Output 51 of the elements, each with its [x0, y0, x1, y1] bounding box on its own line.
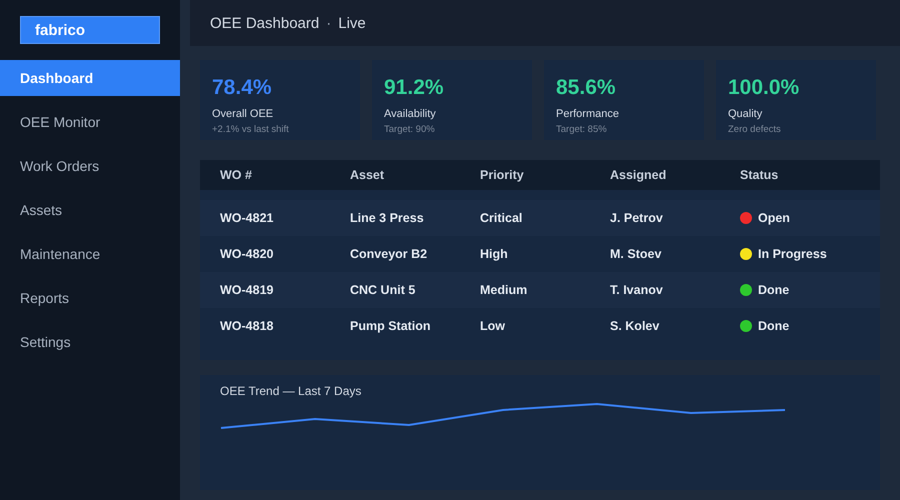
nav-item[interactable]: Reports: [0, 280, 180, 316]
table-cell-text: WO-4820: [220, 247, 274, 261]
table-cell-text: Medium: [480, 283, 528, 297]
kpi-label: Quality: [728, 108, 764, 120]
table-cell-text: S. Kolev: [610, 319, 660, 333]
nav-item[interactable]: Settings: [0, 324, 180, 360]
column-header: Status: [740, 168, 780, 182]
status-text: Open: [758, 211, 790, 225]
kpi-note: Target: 85%: [556, 124, 608, 135]
table-cell-text: Line 3 Press: [350, 211, 425, 225]
kpi-note: Target: 90%: [384, 124, 436, 135]
table-cell-text: Conveyor B2: [350, 247, 428, 261]
column-header: Assigned: [610, 168, 668, 182]
table-cell-text: Critical: [480, 211, 524, 225]
kpi-value: 85.6%: [556, 76, 617, 100]
table-cell-text: WO-4819: [220, 283, 274, 297]
logo: fabrico: [20, 16, 160, 44]
table-cell-text: WO-4821: [220, 211, 274, 225]
kpi-value: 100.0%: [728, 76, 800, 100]
table-cell-text: Low: [480, 319, 506, 333]
trend-title: OEE Trend — Last 7 Days: [220, 384, 362, 398]
kpi-note: Zero defects: [728, 124, 782, 135]
nav-item[interactable]: Assets: [0, 192, 180, 228]
table-cell-text: M. Stoev: [610, 247, 662, 261]
separator-dot: ·: [326, 14, 332, 32]
column-header: Asset: [350, 168, 386, 182]
kpi-label: Overall OEE: [212, 108, 274, 120]
table-cell-text: Pump Station: [350, 319, 432, 333]
nav-item[interactable]: Maintenance: [0, 236, 180, 272]
table-cell-text: J. Petrov: [610, 211, 664, 225]
kpi-label: Availability: [384, 108, 437, 120]
nav-item[interactable]: Dashboard: [0, 60, 180, 96]
nav-item[interactable]: OEE Monitor: [0, 104, 180, 140]
nav-item[interactable]: Work Orders: [0, 148, 180, 184]
kpi-value: 91.2%: [384, 76, 445, 100]
column-header: Priority: [480, 168, 525, 182]
status-text: Done: [758, 319, 790, 333]
status-text: Done: [758, 283, 790, 297]
table-cell-text: WO-4818: [220, 319, 274, 333]
table-cell-text: CNC Unit 5: [350, 283, 416, 297]
table-cell-text: T. Ivanov: [610, 283, 664, 297]
kpi-value: 78.4%: [212, 76, 273, 100]
table-row[interactable]: WO-4821 Line 3 Press Critical J. Petrov Open: [200, 200, 880, 236]
column-header: WO #: [220, 168, 253, 182]
kpi-note: +2.1% vs last shift: [212, 124, 290, 135]
kpi-label: Performance: [556, 108, 620, 120]
live-label: Live: [338, 14, 366, 32]
page-title: OEE Dashboard: [210, 14, 320, 32]
status-text: In Progress: [758, 247, 827, 261]
table-cell-text: High: [480, 247, 509, 261]
table-row[interactable]: WO-4819 CNC Unit 5 Medium T. Ivanov Done: [200, 272, 880, 308]
